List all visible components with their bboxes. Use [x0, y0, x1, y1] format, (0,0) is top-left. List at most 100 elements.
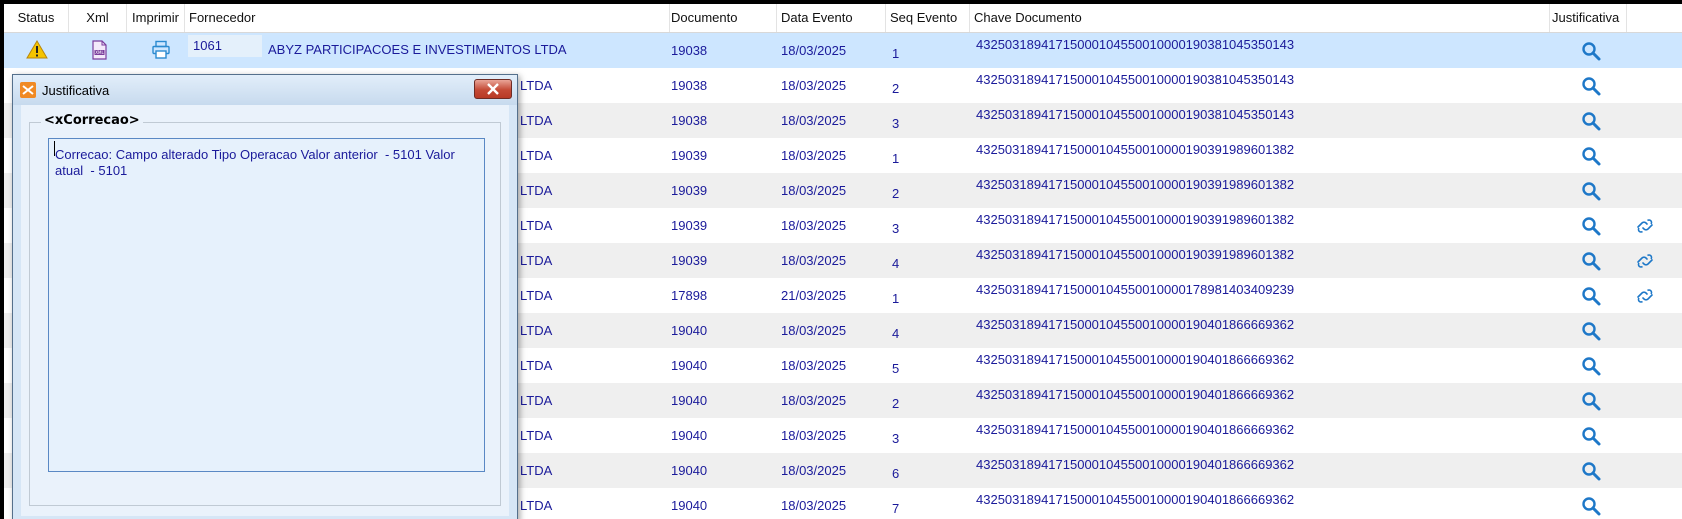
svg-text:XML: XML — [95, 50, 104, 55]
justificativa-cell[interactable] — [1580, 110, 1602, 132]
documento-cell: 19040 — [671, 358, 708, 373]
correcao-textarea[interactable]: Correcao: Campo alterado Tipo Operacao V… — [48, 138, 485, 472]
justificativa-cell[interactable] — [1580, 180, 1602, 202]
chave-documento-cell: 4325031894171500010455001000019038104535… — [976, 37, 1295, 52]
search-icon[interactable] — [1580, 355, 1602, 377]
justificativa-cell[interactable] — [1580, 285, 1602, 307]
fornecedor-cell: LTDA — [520, 498, 553, 513]
fornecedor-code-input[interactable]: 1061 — [188, 35, 262, 57]
chave-documento-cell: 4325031894171500010455001000019040186666… — [976, 422, 1295, 437]
justificativa-cell[interactable] — [1580, 75, 1602, 97]
data-evento-cell: 18/03/2025 — [781, 463, 847, 478]
table-row[interactable]: XML 1061 ABYZ PARTICIPACOES E INVESTIMENTO… — [4, 33, 1682, 68]
justificativa-dialog: Justificativa <xCorrecao> Correcao: Camp… — [12, 74, 518, 519]
justificativa-cell[interactable] — [1580, 425, 1602, 447]
data-evento-cell: 18/03/2025 — [781, 428, 847, 443]
warning-icon — [26, 40, 48, 59]
documento-cell: 19040 — [671, 498, 708, 513]
chave-documento-cell: 4325031894171500010455001000019040186666… — [976, 457, 1295, 472]
search-icon[interactable] — [1580, 285, 1602, 307]
search-icon[interactable] — [1580, 460, 1602, 482]
search-icon[interactable] — [1580, 180, 1602, 202]
seq-evento-cell: 1 — [892, 291, 900, 306]
column-header-data-evento[interactable]: Data Evento — [777, 4, 886, 32]
chave-documento-cell: 4325031894171500010455001000019039198960… — [976, 212, 1295, 227]
close-button[interactable] — [474, 79, 512, 99]
search-icon[interactable] — [1580, 145, 1602, 167]
link-cell[interactable] — [1634, 250, 1656, 272]
dialog-title: Justificativa — [42, 83, 110, 98]
seq-evento-cell: 7 — [892, 501, 900, 516]
link-icon[interactable] — [1634, 285, 1656, 307]
search-icon[interactable] — [1580, 320, 1602, 342]
documento-cell: 19039 — [671, 148, 708, 163]
column-header-justificativa[interactable]: Justificativa — [1550, 4, 1627, 32]
link-cell[interactable] — [1634, 215, 1656, 237]
data-evento-cell: 18/03/2025 — [781, 498, 847, 513]
fornecedor-cell: LTDA — [520, 218, 553, 233]
data-evento-cell: 18/03/2025 — [781, 358, 847, 373]
fornecedor-cell: LTDA — [520, 253, 553, 268]
documento-cell: 19038 — [671, 78, 708, 93]
search-icon[interactable] — [1580, 390, 1602, 412]
fornecedor-cell: LTDA — [520, 148, 553, 163]
link-cell[interactable] — [1634, 285, 1656, 307]
link-icon[interactable] — [1634, 250, 1656, 272]
fornecedor-cell: LTDA — [520, 78, 553, 93]
column-header-imprimir[interactable]: Imprimir — [127, 4, 185, 32]
documento-cell: 19038 — [671, 43, 708, 58]
data-evento-cell: 18/03/2025 — [781, 78, 847, 93]
justificativa-cell[interactable] — [1580, 40, 1602, 62]
justificativa-cell[interactable] — [1580, 320, 1602, 342]
dialog-titlebar[interactable]: Justificativa — [13, 75, 517, 105]
seq-evento-cell: 2 — [892, 396, 900, 411]
seq-evento-cell: 4 — [892, 256, 900, 271]
column-header-fornecedor[interactable]: Fornecedor — [185, 4, 670, 32]
data-evento-cell: 18/03/2025 — [781, 183, 847, 198]
seq-evento-cell: 1 — [892, 151, 900, 166]
printer-icon[interactable] — [150, 39, 172, 61]
documento-cell: 17898 — [671, 288, 708, 303]
justificativa-cell[interactable] — [1580, 495, 1602, 517]
justificativa-cell[interactable] — [1580, 215, 1602, 237]
fornecedor-cell: LTDA — [520, 288, 553, 303]
search-icon[interactable] — [1580, 250, 1602, 272]
fornecedor-cell: LTDA — [520, 113, 553, 128]
search-icon[interactable] — [1580, 425, 1602, 447]
column-header-chave-documento[interactable]: Chave Documento — [970, 4, 1550, 32]
seq-evento-cell: 5 — [892, 361, 900, 376]
documento-cell: 19039 — [671, 183, 708, 198]
xml-cell[interactable]: XML — [88, 39, 110, 61]
justificativa-cell[interactable] — [1580, 250, 1602, 272]
column-header-xml[interactable]: Xml — [69, 4, 127, 32]
search-icon[interactable] — [1580, 110, 1602, 132]
search-icon[interactable] — [1580, 75, 1602, 97]
group-caption: <xCorrecao> — [41, 113, 143, 128]
app-icon — [20, 82, 36, 98]
documento-cell: 19040 — [671, 323, 708, 338]
chave-documento-cell: 4325031894171500010455001000019039198960… — [976, 177, 1295, 192]
search-icon[interactable] — [1580, 495, 1602, 517]
fornecedor-cell: LTDA — [520, 393, 553, 408]
imprimir-cell[interactable] — [150, 39, 172, 61]
justificativa-cell[interactable] — [1580, 390, 1602, 412]
fornecedor-cell: LTDA — [520, 323, 553, 338]
data-evento-cell: 18/03/2025 — [781, 113, 847, 128]
seq-evento-cell: 2 — [892, 186, 900, 201]
justificativa-cell[interactable] — [1580, 355, 1602, 377]
column-header-status[interactable]: Status — [4, 4, 69, 32]
data-evento-cell: 18/03/2025 — [781, 323, 847, 338]
link-icon[interactable] — [1634, 215, 1656, 237]
chave-documento-cell: 4325031894171500010455001000019038104535… — [976, 72, 1295, 87]
fornecedor-cell: ABYZ PARTICIPACOES E INVESTIMENTOS LTDA — [268, 42, 567, 57]
justificativa-cell[interactable] — [1580, 145, 1602, 167]
search-icon[interactable] — [1580, 215, 1602, 237]
documento-cell: 19038 — [671, 113, 708, 128]
column-header-documento[interactable]: Documento — [667, 4, 777, 32]
seq-evento-cell: 4 — [892, 326, 900, 341]
justificativa-cell[interactable] — [1580, 460, 1602, 482]
search-icon[interactable] — [1580, 40, 1602, 62]
fornecedor-cell: LTDA — [520, 463, 553, 478]
column-header-seq-evento[interactable]: Seq Evento — [886, 4, 970, 32]
xml-file-icon[interactable]: XML — [88, 39, 110, 61]
